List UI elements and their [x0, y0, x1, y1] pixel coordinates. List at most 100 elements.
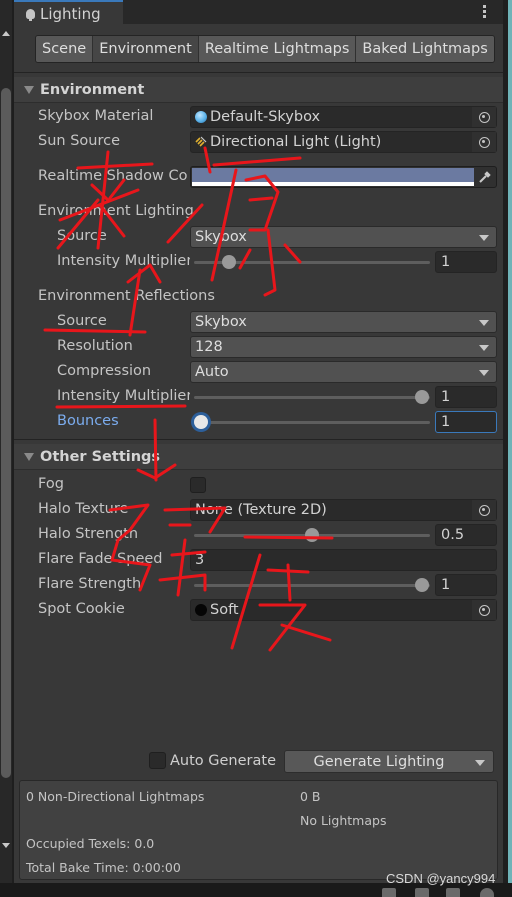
watermark: CSDN @yancy994: [386, 871, 496, 886]
tab-baked-lightmaps[interactable]: Baked Lightmaps: [356, 36, 494, 62]
flare-strength-slider[interactable]: [190, 574, 430, 596]
bounces-slider[interactable]: [190, 411, 430, 433]
lighting-window: Lighting Scene Environment Realtime Ligh…: [14, 0, 503, 883]
environment-lighting-group: Environment Lighting: [14, 200, 503, 224]
tab-scene[interactable]: Scene: [36, 36, 94, 62]
reflection-source-row: Source Skybox: [14, 310, 503, 334]
spot-cookie-field[interactable]: Soft: [190, 599, 497, 621]
field-label: Intensity Multiplier: [57, 253, 190, 269]
status-icon[interactable]: [382, 888, 396, 897]
kebab-menu-icon[interactable]: [483, 5, 487, 18]
env-lighting-source-dropdown[interactable]: Skybox: [190, 226, 497, 248]
slider-knob[interactable]: [304, 528, 319, 542]
other-settings-section-header[interactable]: Other Settings: [14, 444, 503, 470]
shadow-color-field[interactable]: [190, 166, 497, 188]
group-label: Environment Lighting: [38, 203, 194, 219]
lightmap-size: 0 B: [300, 789, 321, 804]
field-label: Intensity Multiplier: [57, 388, 190, 404]
field-label: Sun Source: [38, 133, 120, 149]
flare-fade-speed-input[interactable]: 3: [190, 549, 497, 571]
env-lighting-source-row: Source Skybox: [14, 225, 503, 249]
halo-strength-slider[interactable]: [190, 524, 430, 546]
halo-strength-row: Halo Strength 0.5: [14, 523, 503, 547]
texture-icon: [195, 604, 207, 616]
flare-strength-input[interactable]: 1: [435, 574, 497, 596]
field-label: Halo Strength: [38, 526, 139, 542]
env-lighting-intensity-slider[interactable]: [190, 251, 430, 273]
field-value: Directional Light (Light): [210, 134, 382, 150]
status-icon[interactable]: [480, 888, 494, 897]
reflection-intensity-row: Intensity Multiplier 1: [14, 385, 503, 409]
foldout-arrow-icon: [24, 85, 34, 94]
outer-scrollbar[interactable]: [0, 0, 12, 897]
reflection-intensity-slider[interactable]: [190, 386, 430, 408]
dropdown-arrow-icon: [479, 345, 489, 351]
object-picker-icon[interactable]: [472, 132, 496, 152]
dropdown-value: 128: [195, 339, 223, 355]
generate-bar: Auto Generate Generate Lighting: [14, 748, 503, 776]
reflection-compression-dropdown[interactable]: Auto: [190, 361, 497, 383]
fog-row: Fog: [14, 473, 503, 497]
field-label: Source: [57, 313, 107, 329]
window-tab-label: Lighting: [40, 4, 101, 23]
halo-strength-input[interactable]: 0.5: [435, 524, 497, 546]
sun-source-field[interactable]: Directional Light (Light): [190, 131, 497, 153]
environment-section-header[interactable]: Environment: [14, 77, 503, 103]
scroll-down-arrow-icon[interactable]: [2, 843, 10, 848]
desktop-edge: [502, 0, 512, 897]
generate-lighting-label: Generate Lighting: [313, 753, 445, 770]
dropdown-arrow-icon[interactable]: [475, 760, 485, 766]
generate-lighting-button[interactable]: Generate Lighting: [284, 750, 494, 773]
divider: [14, 72, 503, 73]
skybox-material-field[interactable]: Default-Skybox: [190, 106, 497, 128]
dropdown-arrow-icon: [479, 235, 489, 241]
tab-realtime-lightmaps[interactable]: Realtime Lightmaps: [198, 36, 357, 62]
halo-texture-field[interactable]: None (Texture 2D): [190, 499, 497, 521]
auto-generate-label: Auto Generate: [170, 753, 276, 769]
slider-knob[interactable]: [221, 255, 236, 269]
object-picker-icon[interactable]: [472, 500, 496, 520]
field-label: Skybox Material: [38, 108, 154, 124]
slider-knob[interactable]: [415, 390, 429, 404]
bounces-input[interactable]: 1: [435, 411, 497, 433]
color-swatch[interactable]: [192, 168, 474, 182]
field-label: Fog: [38, 476, 64, 492]
reflection-source-dropdown[interactable]: Skybox: [190, 311, 497, 333]
status-icon[interactable]: [415, 888, 429, 897]
spot-cookie-row: Spot Cookie Soft: [14, 598, 503, 622]
field-label: Realtime Shadow Co: [38, 168, 188, 184]
section-title: Environment: [40, 81, 145, 98]
sun-source-row: Sun Source Directional Light (Light): [14, 130, 503, 154]
group-label: Environment Reflections: [38, 288, 215, 304]
env-lighting-intensity-row: Intensity Multiplier 1: [14, 250, 503, 274]
reflection-compression-row: Compression Auto: [14, 360, 503, 384]
total-bake-time: Total Bake Time: 0:00:00: [26, 860, 181, 875]
object-picker-icon[interactable]: [472, 600, 496, 620]
field-label: Bounces: [57, 413, 119, 429]
directional-light-icon: [195, 136, 207, 148]
env-lighting-intensity-input[interactable]: 1: [435, 251, 497, 273]
fog-checkbox[interactable]: [190, 477, 206, 493]
flare-strength-row: Flare Strength 1: [14, 573, 503, 597]
scroll-up-arrow-icon[interactable]: [2, 31, 10, 36]
reflection-resolution-dropdown[interactable]: 128: [190, 336, 497, 358]
field-label: Flare Strength: [38, 576, 142, 592]
slider-knob[interactable]: [415, 578, 429, 592]
status-icon[interactable]: [446, 888, 460, 897]
reflection-intensity-input[interactable]: 1: [435, 386, 497, 408]
dropdown-arrow-icon: [479, 320, 489, 326]
object-picker-icon[interactable]: [472, 107, 496, 127]
window-tab-lighting[interactable]: Lighting: [14, 0, 123, 25]
divider: [14, 439, 503, 440]
scrollbar-thumb[interactable]: [1, 88, 11, 778]
environment-reflections-group: Environment Reflections: [14, 285, 503, 309]
title-bar: Lighting: [14, 0, 503, 25]
alpha-bar: [192, 182, 474, 186]
no-lightmaps-text: No Lightmaps: [300, 813, 387, 828]
lightmap-count: 0 Non-Directional Lightmaps: [26, 789, 205, 804]
tab-environment[interactable]: Environment: [93, 36, 199, 62]
eyedropper-icon[interactable]: [474, 167, 496, 187]
auto-generate-checkbox[interactable]: [149, 752, 166, 769]
slider-knob[interactable]: [194, 415, 208, 429]
dropdown-value: Auto: [195, 364, 229, 380]
